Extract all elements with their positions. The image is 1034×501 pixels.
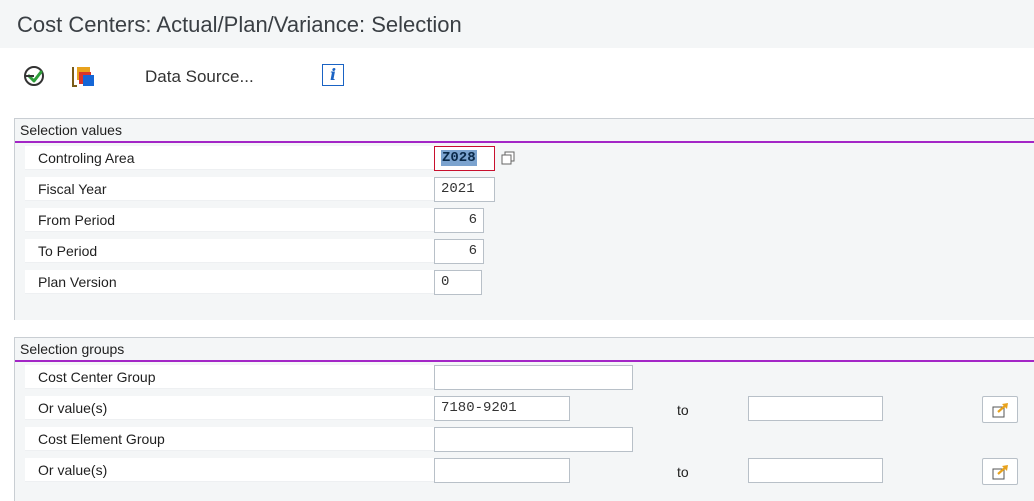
controlling-area-input[interactable]: Z028: [434, 146, 495, 171]
cost-center-to-input[interactable]: [748, 396, 883, 421]
to-period-row: To Period 6: [15, 236, 1034, 267]
to-period-input[interactable]: 6: [434, 239, 484, 264]
execute-icon[interactable]: [22, 64, 48, 90]
fiscal-year-row: Fiscal Year 2021: [15, 174, 1034, 205]
cost-center-group-label: Cost Center Group: [25, 365, 435, 389]
info-icon[interactable]: i: [322, 64, 344, 86]
data-source-button[interactable]: Data Source...: [145, 67, 254, 87]
cost-element-group-row: Cost Element Group: [15, 424, 1034, 455]
cost-element-from-input[interactable]: [434, 458, 570, 483]
cost-center-from-input[interactable]: 7180-9201: [434, 396, 570, 421]
cost-element-multiple-selection-button[interactable]: [982, 458, 1018, 485]
selection-groups-header: Selection groups: [15, 337, 1034, 362]
cost-center-values-row: Or value(s) 7180-9201 to: [15, 393, 1034, 424]
multiple-selection-icon: [992, 465, 1008, 480]
cost-center-group-input[interactable]: [434, 365, 633, 390]
controlling-area-label: Controling Area: [25, 146, 435, 170]
get-variant-icon[interactable]: [70, 64, 96, 90]
title-bar: Cost Centers: Actual/Plan/Variance: Sele…: [0, 0, 1034, 48]
cost-element-values-row: Or value(s) to: [15, 455, 1034, 486]
to-period-label: To Period: [25, 239, 435, 263]
plan-version-input[interactable]: 0: [434, 270, 482, 295]
fiscal-year-label: Fiscal Year: [25, 177, 435, 201]
cost-center-to-label: to: [677, 402, 689, 418]
controlling-area-row: Controling Area Z028: [15, 143, 1034, 174]
from-period-input[interactable]: 6: [434, 208, 484, 233]
multiple-selection-icon: [992, 403, 1008, 418]
plan-version-row: Plan Version 0: [15, 267, 1034, 298]
selection-values-header: Selection values: [15, 118, 1034, 143]
cost-center-values-label: Or value(s): [25, 396, 435, 420]
value-help-icon[interactable]: [501, 151, 515, 165]
from-period-row: From Period 6: [15, 205, 1034, 236]
cost-element-to-input[interactable]: [748, 458, 883, 483]
page-title: Cost Centers: Actual/Plan/Variance: Sele…: [17, 12, 462, 37]
selection-groups-group: Selection groups Cost Center Group Or va…: [14, 337, 1034, 501]
fiscal-year-input[interactable]: 2021: [434, 177, 495, 202]
selection-values-group: Selection values Controling Area Z028 Fi…: [14, 118, 1034, 320]
from-period-label: From Period: [25, 208, 435, 232]
plan-version-label: Plan Version: [25, 270, 435, 294]
application-toolbar: Data Source... i: [0, 55, 1034, 101]
controlling-area-value: Z028: [441, 150, 477, 166]
cost-element-values-label: Or value(s): [25, 458, 435, 482]
cost-element-group-label: Cost Element Group: [25, 427, 435, 451]
cost-element-group-input[interactable]: [434, 427, 633, 452]
cost-center-group-row: Cost Center Group: [15, 362, 1034, 393]
cost-element-to-label: to: [677, 464, 689, 480]
cost-center-multiple-selection-button[interactable]: [982, 396, 1018, 423]
